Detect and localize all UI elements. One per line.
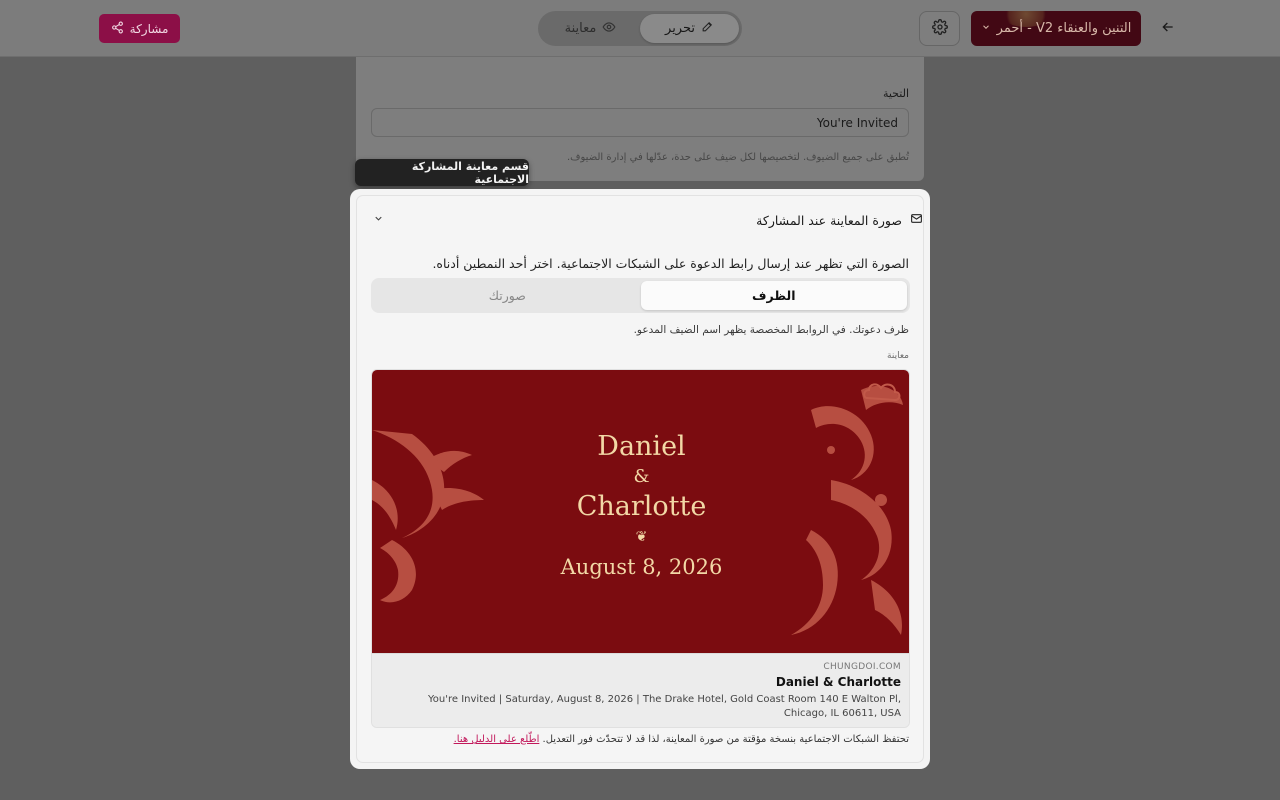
link-domain: CHUNGDOI.COM: [823, 662, 901, 672]
settings-button[interactable]: [919, 11, 960, 46]
tab-edit[interactable]: تحرير: [640, 14, 739, 43]
cache-note: تحتفظ الشبكات الاجتماعية بنسخة مؤقتة من …: [454, 734, 909, 745]
greeting-label: التحية: [882, 87, 909, 100]
style-tabs: الظرف صورتك: [371, 278, 910, 313]
greeting-hint: تُطبق على جميع الضيوف. لتخصيصها لكل ضيف …: [566, 152, 909, 163]
invite-name-2: Charlotte: [576, 491, 707, 522]
theme-label: التنين والعنقاء V2 - أحمر: [996, 21, 1132, 36]
invite-name-1: Daniel: [597, 431, 686, 462]
mode-toggle: تحرير معاينة: [538, 11, 742, 46]
greeting-input[interactable]: You're Invited: [371, 108, 909, 137]
section-description: الصورة التي تظهر عند إرسال رابط الدعوة ع…: [432, 256, 909, 271]
cache-note-text: تحتفظ الشبكات الاجتماعية بنسخة مؤقتة من …: [542, 734, 909, 745]
chevron-down-icon[interactable]: [373, 212, 384, 227]
section-title: صورة المعاينة عند المشاركة: [756, 212, 902, 228]
heart-ornament: ❦: [635, 529, 648, 545]
mail-icon: [910, 212, 923, 228]
tab-preview-label: معاينة: [564, 21, 597, 36]
link-title: Daniel & Charlotte: [775, 675, 901, 689]
highlight-frame: صورة المعاينة عند المشاركة الصورة التي ت…: [350, 189, 930, 769]
invite-date: August 8, 2026: [560, 555, 723, 579]
share-icon: [111, 21, 124, 37]
chevron-down-icon: [981, 21, 991, 36]
tab-hint: ظرف دعوتك. في الروابط المخصصة يظهر اسم ا…: [633, 324, 909, 336]
share-button-label: مشاركة: [129, 21, 169, 36]
guide-link[interactable]: اطّلع على الدليل هنا.: [454, 734, 540, 745]
arrow-left-icon: [1160, 19, 1176, 39]
tab-preview[interactable]: معاينة: [541, 14, 640, 43]
edit-icon: [701, 20, 714, 37]
gear-icon: [931, 18, 948, 39]
invitation-image: Daniel & Charlotte ❦ August 8, 2026: [372, 370, 909, 653]
tab-envelope[interactable]: الظرف: [640, 281, 907, 310]
section-tooltip: قسم معاينة المشاركة الاجتماعية: [355, 159, 529, 186]
invite-ampersand: &: [633, 466, 650, 487]
tab-your-photo[interactable]: صورتك: [374, 281, 641, 310]
invitation-text: Daniel & Charlotte ❦ August 8, 2026: [372, 430, 909, 582]
section-header[interactable]: صورة المعاينة عند المشاركة: [373, 210, 923, 230]
back-button[interactable]: [1154, 15, 1182, 43]
theme-selector[interactable]: التنين والعنقاء V2 - أحمر: [971, 11, 1141, 46]
eye-icon: [602, 20, 616, 38]
link-preview-card: Daniel & Charlotte ❦ August 8, 2026 CHUN…: [371, 369, 910, 728]
share-preview-section: صورة المعاينة عند المشاركة الصورة التي ت…: [356, 195, 924, 763]
link-meta: CHUNGDOI.COM Daniel & Charlotte You're I…: [372, 653, 909, 727]
tab-edit-label: تحرير: [665, 21, 695, 36]
preview-label: معاينة: [887, 351, 909, 361]
cloud-ornament: [863, 383, 901, 402]
top-bar: مشاركة تحرير معاينة التنين والعنقاء V2 -…: [0, 0, 1280, 57]
share-button[interactable]: مشاركة: [99, 14, 180, 43]
link-description: You're Invited | Saturday, August 8, 202…: [428, 694, 901, 719]
